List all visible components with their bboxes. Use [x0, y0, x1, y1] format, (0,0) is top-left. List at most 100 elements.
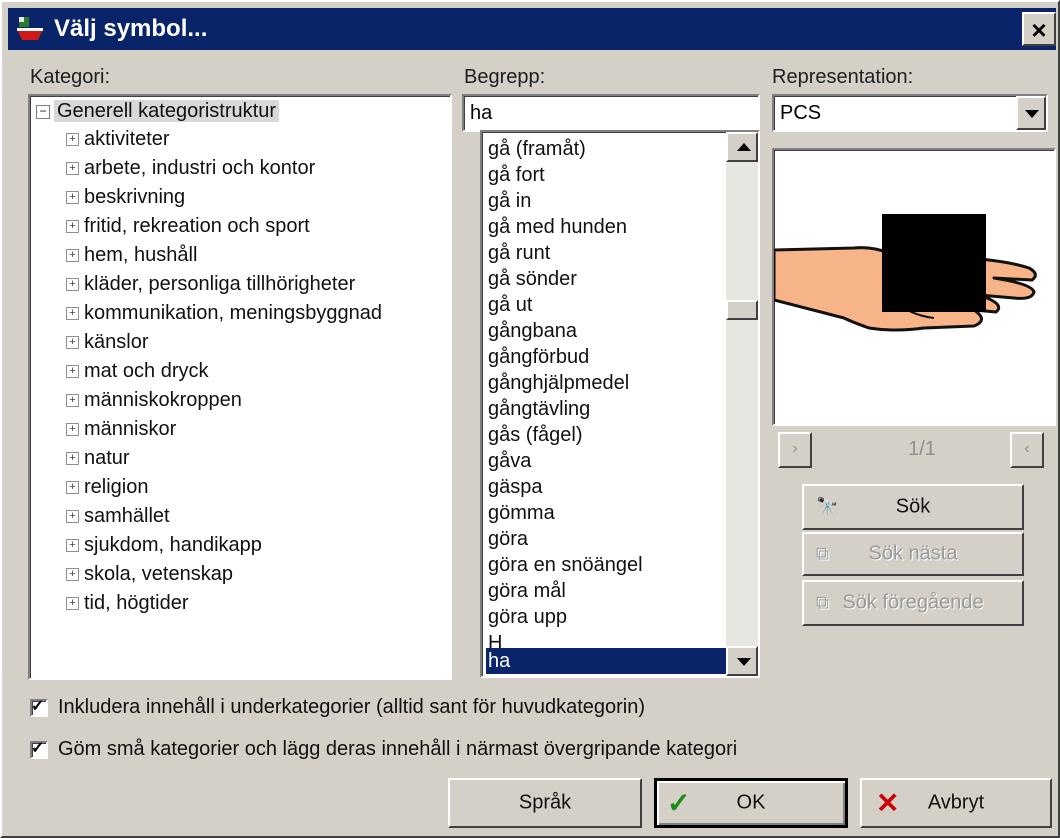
list-item[interactable]: gångtävling	[486, 396, 728, 422]
title-bar[interactable]: Välj symbol... ×	[8, 8, 1056, 50]
cancel-button[interactable]: ✕ Avbryt	[860, 778, 1052, 828]
list-item[interactable]: gå ut	[486, 292, 728, 318]
tree-item-label[interactable]: fritid, rekreation och sport	[84, 215, 310, 237]
list-item[interactable]: göra	[486, 526, 728, 552]
tree-item[interactable]: + skola, vetenskap	[66, 563, 233, 586]
expand-icon[interactable]: +	[66, 452, 79, 466]
search-previous-label: Sök föregående	[842, 591, 984, 614]
concept-search-input[interactable]: ha	[462, 94, 760, 132]
dropdown-button[interactable]	[1016, 96, 1046, 130]
tree-item-label[interactable]: mat och dryck	[84, 360, 208, 382]
language-button[interactable]: Språk	[448, 778, 642, 828]
tree-item[interactable]: + natur	[66, 447, 130, 470]
tree-item[interactable]: + kommunikation, meningsbyggnad	[66, 302, 382, 325]
tree-item[interactable]: + beskrivning	[66, 186, 185, 209]
scroll-down-button[interactable]	[726, 646, 758, 676]
tree-item[interactable]: + människokroppen	[66, 389, 242, 412]
list-item[interactable]: gånghjälpmedel	[486, 370, 728, 396]
list-item[interactable]: göra en snöängel	[486, 552, 728, 578]
list-item[interactable]: gås (fågel)	[486, 422, 728, 448]
list-item[interactable]: gångbana	[486, 318, 728, 344]
expand-icon[interactable]: +	[66, 249, 79, 263]
search-previous-button[interactable]: ⧉ Sök föregående	[802, 580, 1024, 626]
hide-small-categories-checkbox[interactable]: ✓ Göm små kategorier och lägg deras inneh…	[30, 738, 737, 761]
tree-item-label[interactable]: religion	[84, 476, 148, 498]
expand-icon[interactable]: +	[66, 539, 79, 553]
next-symbol-button[interactable]: ‹	[1010, 432, 1044, 468]
expand-icon[interactable]: +	[66, 394, 79, 408]
expand-icon[interactable]: +	[66, 481, 79, 495]
tree-item-label[interactable]: arbete, industri och kontor	[84, 157, 315, 179]
tree-root-label[interactable]: Generell kategoristruktur	[54, 100, 279, 122]
list-item[interactable]: gå runt	[486, 240, 728, 266]
representation-select[interactable]: PCS	[772, 94, 1048, 132]
tree-item-label[interactable]: natur	[84, 447, 130, 469]
list-item-selected[interactable]: ha	[486, 648, 728, 674]
collapse-icon[interactable]: −	[36, 104, 50, 119]
expand-icon[interactable]: +	[66, 307, 79, 321]
expand-icon[interactable]: +	[66, 597, 79, 611]
expand-icon[interactable]: +	[66, 133, 79, 147]
list-item[interactable]: gå med hunden	[486, 214, 728, 240]
expand-icon[interactable]: +	[66, 162, 79, 176]
tree-item[interactable]: + hem, hushåll	[66, 244, 197, 267]
tree-item[interactable]: + människor	[66, 418, 176, 441]
search-next-button[interactable]: ⧉ Sök nästa	[802, 532, 1024, 576]
prev-symbol-button[interactable]: ›	[778, 432, 812, 468]
ok-button[interactable]: ✓ OK	[654, 778, 848, 828]
expand-icon[interactable]: +	[66, 220, 79, 234]
tree-item[interactable]: + arbete, industri och kontor	[66, 157, 315, 180]
tree-item-label[interactable]: beskrivning	[84, 186, 185, 208]
list-item[interactable]: gåva	[486, 448, 728, 474]
checkbox[interactable]: ✓	[30, 740, 48, 759]
tree-item[interactable]: + samhället	[66, 505, 170, 528]
tree-item-label[interactable]: tid, högtider	[84, 592, 189, 614]
include-subcategories-checkbox[interactable]: ✓ Inkludera innehåll i underkategorier (a…	[30, 696, 645, 719]
tree-item-label[interactable]: känslor	[84, 331, 148, 353]
list-item[interactable]: göra mål	[486, 578, 728, 604]
tree-item-label[interactable]: sjukdom, handikapp	[84, 534, 262, 556]
tree-item[interactable]: + mat och dryck	[66, 360, 208, 383]
expand-icon[interactable]: +	[66, 423, 79, 437]
tree-item[interactable]: + aktiviteter	[66, 128, 170, 151]
expand-icon[interactable]: +	[66, 336, 79, 350]
checkbox[interactable]: ✓	[30, 698, 48, 717]
tree-item[interactable]: + tid, högtider	[66, 592, 189, 615]
concept-list[interactable]: gå (framåt) gå fort gå in gå med hunden …	[480, 130, 760, 678]
list-item[interactable]: göra upp	[486, 604, 728, 630]
tree-item-label[interactable]: samhället	[84, 505, 170, 527]
list-item[interactable]: gå in	[486, 188, 728, 214]
expand-icon[interactable]: +	[66, 278, 79, 292]
tree-item-label[interactable]: människor	[84, 418, 176, 440]
search-button[interactable]: 🔭 Sök	[802, 484, 1024, 530]
tree-item[interactable]: + fritid, rekreation och sport	[66, 215, 310, 238]
close-button[interactable]: ×	[1022, 12, 1056, 46]
tree-item[interactable]: + sjukdom, handikapp	[66, 534, 262, 557]
kategori-label: Kategori:	[30, 66, 111, 88]
tree-item-label[interactable]: kläder, personliga tillhörigheter	[84, 273, 355, 295]
expand-icon[interactable]: +	[66, 365, 79, 379]
tree-root[interactable]: − Generell kategoristruktur	[36, 100, 279, 123]
list-item[interactable]: gångförbud	[486, 344, 728, 370]
expand-icon[interactable]: +	[66, 510, 79, 524]
tree-item[interactable]: + kläder, personliga tillhörigheter	[66, 273, 355, 296]
list-item[interactable]: gömma	[486, 500, 728, 526]
list-item[interactable]: gå (framåt)	[486, 136, 728, 162]
tree-item-label[interactable]: kommunikation, meningsbyggnad	[84, 302, 382, 324]
tree-item-label[interactable]: skola, vetenskap	[84, 563, 233, 585]
tree-item-label[interactable]: människokroppen	[84, 389, 242, 411]
tree-item-label[interactable]: hem, hushåll	[84, 244, 197, 266]
list-item[interactable]: gå fort	[486, 162, 728, 188]
tree-item[interactable]: + religion	[66, 476, 148, 499]
list-item[interactable]: gäspa	[486, 474, 728, 500]
expand-icon[interactable]: +	[66, 191, 79, 205]
list-item[interactable]: gå sönder	[486, 266, 728, 292]
scroll-up-button[interactable]	[726, 132, 758, 162]
tree-item-label[interactable]: aktiviteter	[84, 128, 170, 150]
hand-symbol-image	[772, 214, 1037, 332]
expand-icon[interactable]: +	[66, 568, 79, 582]
category-tree[interactable]: − Generell kategoristruktur + aktiviteter …	[28, 94, 452, 680]
scroll-thumb[interactable]	[726, 300, 758, 320]
concept-scrollbar[interactable]	[726, 132, 758, 676]
tree-item[interactable]: + känslor	[66, 331, 148, 354]
